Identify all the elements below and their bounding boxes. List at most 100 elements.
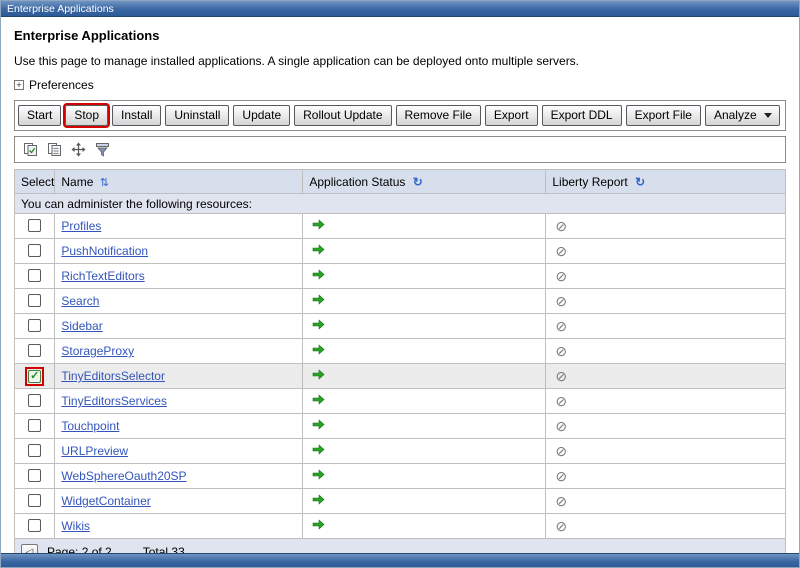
row-checkbox[interactable] [28,519,41,532]
select-all-icon[interactable] [20,140,40,159]
table-header-row: Select Name ⇅ Application Status ↻ Liber… [15,170,786,194]
application-link[interactable]: Profiles [61,219,101,233]
show-filter-icon[interactable] [92,140,112,159]
admin-note-row: You can administer the following resourc… [15,194,786,214]
uninstall-button[interactable]: Uninstall [165,105,229,126]
status-started-icon [312,419,325,430]
page-description: Use this page to manage installed applic… [14,54,786,68]
status-refresh-icon[interactable]: ↻ [413,175,423,189]
preferences-label: Preferences [29,78,94,92]
application-link[interactable]: PushNotification [61,244,148,258]
start-button[interactable]: Start [18,105,61,126]
row-checkbox[interactable] [28,344,41,357]
application-link[interactable]: TinyEditorsSelector [61,369,165,383]
not-available-icon: ⊘ [555,468,567,484]
expand-plus-icon[interactable]: + [14,80,24,90]
row-checkbox[interactable] [28,294,41,307]
analyze-label: Analyze [714,108,757,122]
status-started-icon [312,219,325,230]
preferences-toggle[interactable]: + Preferences [14,78,94,92]
not-available-icon: ⊘ [555,493,567,509]
not-available-icon: ⊘ [555,318,567,334]
row-checkbox[interactable] [28,219,41,232]
enterprise-applications-window: Enterprise Applications Enterprise Appli… [0,0,800,568]
install-button[interactable]: Install [112,105,161,126]
row-checkbox[interactable] [28,319,41,332]
column-header-name: Name ⇅ [55,170,303,194]
checkbox-wrap [27,293,42,308]
row-checkbox[interactable] [28,444,41,457]
checkbox-wrap [27,518,42,533]
checkbox-wrap [27,343,42,358]
application-link[interactable]: StorageProxy [61,344,134,358]
application-link[interactable]: URLPreview [61,444,128,458]
not-available-icon: ⊘ [555,443,567,459]
column-header-select: Select [15,170,55,194]
table-icon-toolbar [14,136,786,163]
admin-note: You can administer the following resourc… [15,194,786,214]
export-ddl-button[interactable]: Export DDL [542,105,622,126]
not-available-icon: ⊘ [555,518,567,534]
row-checkbox[interactable] [28,269,41,282]
row-checkbox[interactable] [28,494,41,507]
sort-icon[interactable]: ⇅ [100,177,109,189]
application-link[interactable]: WebSphereOauth20SP [61,469,186,483]
stop-button[interactable]: Stop [65,105,108,126]
table-row: ✓ TinyEditorsSelector ⊘ [15,364,786,389]
table-row: Search ⊘ [15,289,786,314]
checkbox-wrap [27,318,42,333]
table-row: WebSphereOauth20SP ⊘ [15,464,786,489]
column-header-application-status: Application Status ↻ [303,170,546,194]
table-row: RichTextEditors ⊘ [15,264,786,289]
row-checkbox[interactable]: ✓ [28,370,41,383]
status-started-icon [312,244,325,255]
applications-table: Select Name ⇅ Application Status ↻ Liber… [14,169,786,566]
application-link[interactable]: Search [61,294,99,308]
remove-file-button[interactable]: Remove File [396,105,481,126]
status-started-icon [312,319,325,330]
checkbox-wrap [27,443,42,458]
status-started-icon [312,344,325,355]
status-started-icon [312,469,325,480]
bottom-bar [1,553,799,567]
application-link[interactable]: TinyEditorsServices [61,394,167,408]
status-started-icon [312,294,325,305]
row-checkbox[interactable] [28,419,41,432]
row-checkbox[interactable] [28,469,41,482]
checkbox-wrap [27,418,42,433]
page-title: Enterprise Applications [14,28,786,43]
application-link[interactable]: Wikis [61,519,90,533]
status-started-icon [312,519,325,530]
expand-columns-icon[interactable] [68,140,88,159]
update-button[interactable]: Update [233,105,290,126]
rollout-update-button[interactable]: Rollout Update [294,105,391,126]
table-row: WidgetContainer ⊘ [15,489,786,514]
table-row: Touchpoint ⊘ [15,414,786,439]
export-button[interactable]: Export [485,105,538,126]
not-available-icon: ⊘ [555,368,567,384]
table-row: URLPreview ⊘ [15,439,786,464]
checkbox-wrap [27,243,42,258]
checkbox-wrap: ✓ [27,369,42,384]
chevron-down-icon [764,113,772,118]
liberty-refresh-icon[interactable]: ↻ [635,175,645,189]
status-started-icon [312,394,325,405]
export-file-button[interactable]: Export File [626,105,701,126]
not-available-icon: ⊘ [555,343,567,359]
application-link[interactable]: WidgetContainer [61,494,150,508]
row-checkbox[interactable] [28,394,41,407]
window-title-bar: Enterprise Applications [1,1,799,17]
checkbox-wrap [27,493,42,508]
row-checkbox[interactable] [28,244,41,257]
deselect-all-icon[interactable] [44,140,64,159]
analyze-dropdown-button[interactable]: Analyze [705,105,780,126]
application-link[interactable]: RichTextEditors [61,269,144,283]
table-row: Profiles ⊘ [15,214,786,239]
window-title: Enterprise Applications [1,1,799,17]
not-available-icon: ⊘ [555,293,567,309]
application-link[interactable]: Touchpoint [61,419,119,433]
checkbox-wrap [27,393,42,408]
application-link[interactable]: Sidebar [61,319,102,333]
status-started-icon [312,494,325,505]
checkbox-wrap [27,218,42,233]
